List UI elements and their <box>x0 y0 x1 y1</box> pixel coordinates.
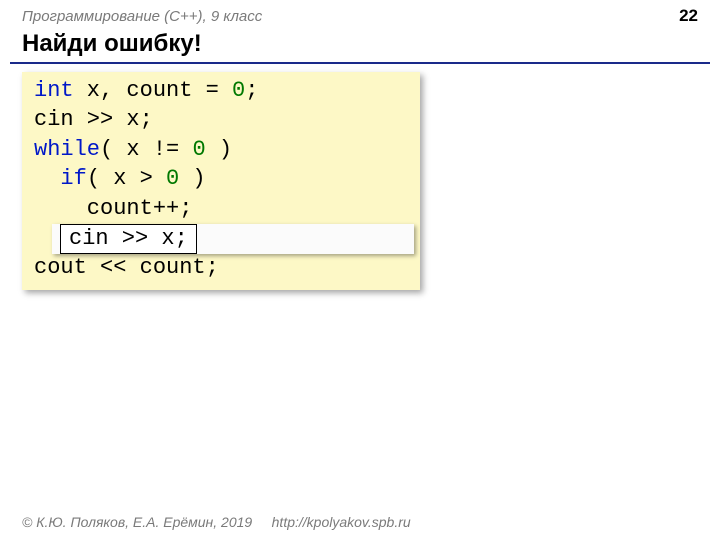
literal-zero: 0 <box>166 166 179 191</box>
header-bar: Программирование (C++), 9 класс 22 <box>0 0 720 28</box>
highlight-text: cin >> x; <box>69 224 188 253</box>
keyword-int: int <box>34 78 74 103</box>
footer: © К.Ю. Поляков, Е.А. Ерёмин, 2019 http:/… <box>22 514 411 530</box>
footer-link[interactable]: http://kpolyakov.spb.ru <box>272 514 411 530</box>
code-line-7: cout << count; <box>34 253 408 282</box>
page-title: Найди ошибку! <box>0 28 720 62</box>
title-underline <box>10 62 710 64</box>
code-line-3: while( x != 0 ) <box>34 135 408 164</box>
keyword-while: while <box>34 137 100 162</box>
keyword-if: if <box>34 166 87 191</box>
code-line-2: cin >> x; <box>34 105 408 134</box>
code-line-5: count++; <box>34 194 408 223</box>
code-block: int x, count = 0; cin >> x; while( x != … <box>22 72 420 290</box>
page-number: 22 <box>679 6 698 26</box>
header-subject: Программирование (C++), 9 класс <box>22 8 262 25</box>
literal-zero: 0 <box>192 137 205 162</box>
highlight-box: cin >> x; <box>60 224 197 254</box>
literal-zero: 0 <box>232 78 245 103</box>
code-line-1: int x, count = 0; <box>34 76 408 105</box>
code-line-4: if( x > 0 ) <box>34 164 408 193</box>
footer-copyright: © К.Ю. Поляков, Е.А. Ерёмин, 2019 <box>22 514 252 530</box>
